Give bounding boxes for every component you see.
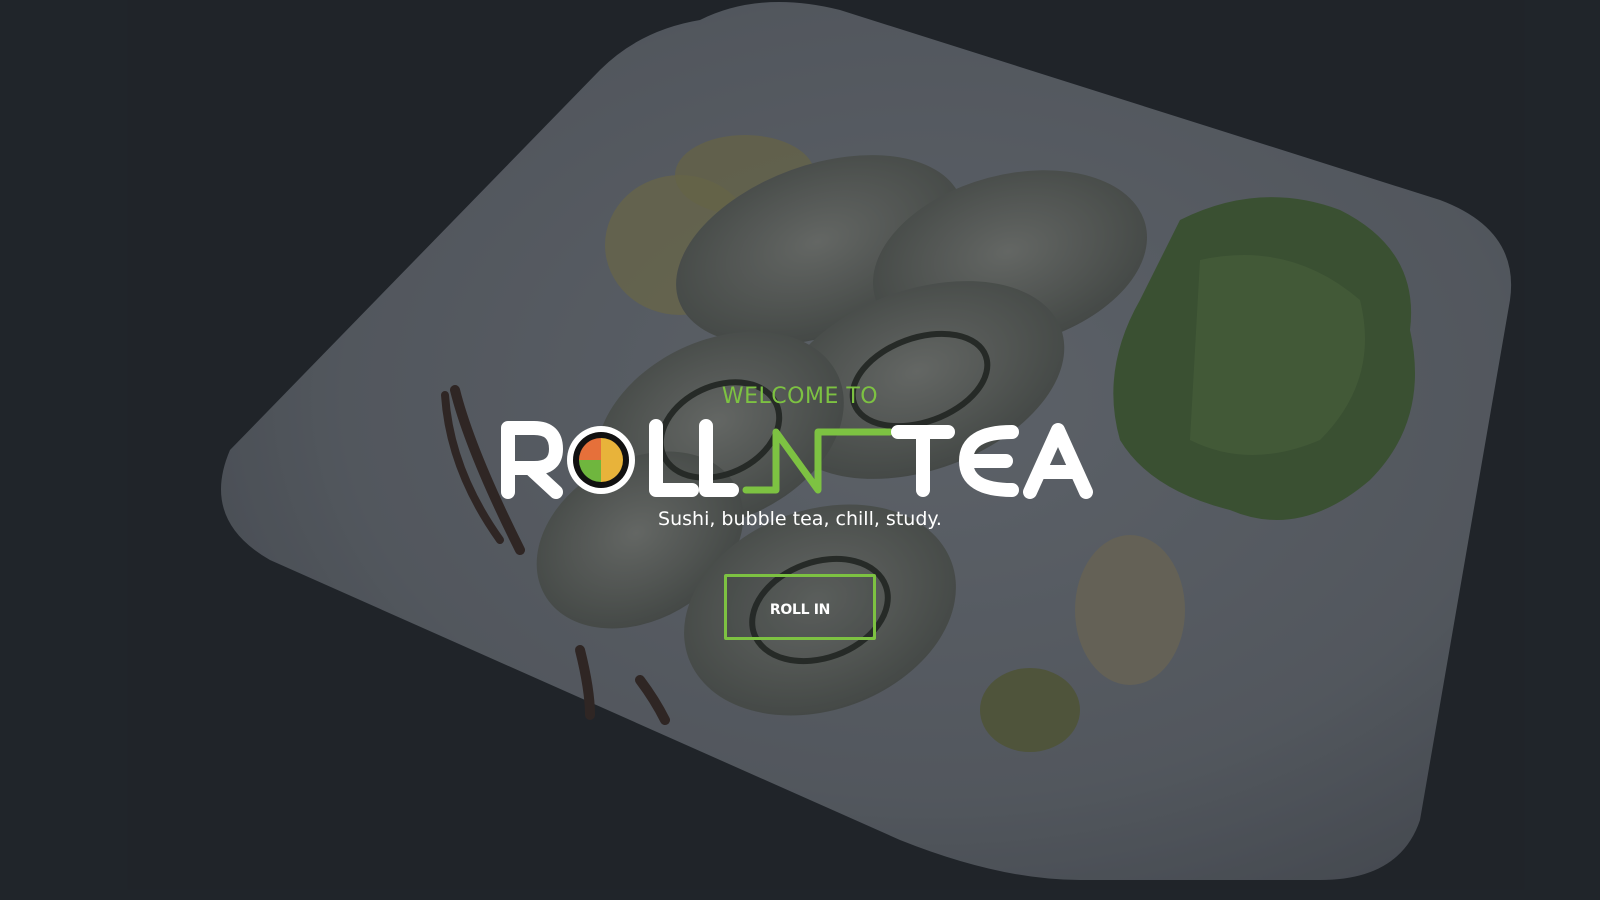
tagline: Sushi, bubble tea, chill, study. [658,508,942,530]
roll-in-button[interactable]: ROLL IN [724,574,876,640]
hero-section: WELCOME TO Sushi, bubble tea, chill, stu… [0,0,1600,900]
roll-n-tea-logo [500,418,1100,500]
welcome-heading: WELCOME TO [721,384,879,409]
roll-n-tea-logo-graphic [501,419,1093,499]
hero-content: WELCOME TO Sushi, bubble tea, chill, stu… [0,382,1600,640]
